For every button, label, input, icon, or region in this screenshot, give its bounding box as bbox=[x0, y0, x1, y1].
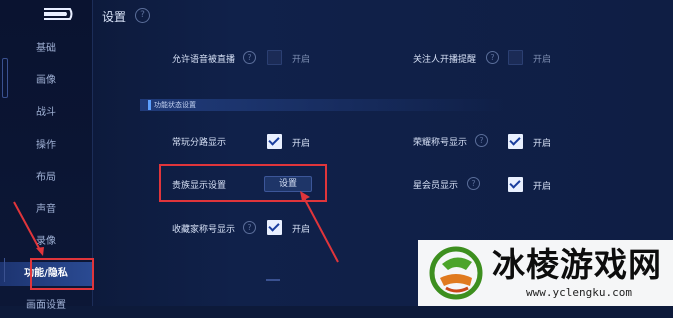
scroll-indicator bbox=[266, 279, 280, 281]
watermark-logo-icon bbox=[429, 246, 483, 300]
watermark-url: www.yclengku.com bbox=[526, 286, 632, 299]
arrow-head-icon bbox=[36, 247, 44, 256]
watermark: 冰棱游戏网 www.yclengku.com bbox=[418, 240, 673, 306]
watermark-title: 冰棱游戏网 bbox=[492, 245, 662, 284]
settings-page: 基础 画像 战斗 操作 布局 声音 录像 功能/隐私 画面设置 设置 ? 允许语… bbox=[0, 0, 673, 311]
arrow-head-icon bbox=[300, 191, 310, 201]
